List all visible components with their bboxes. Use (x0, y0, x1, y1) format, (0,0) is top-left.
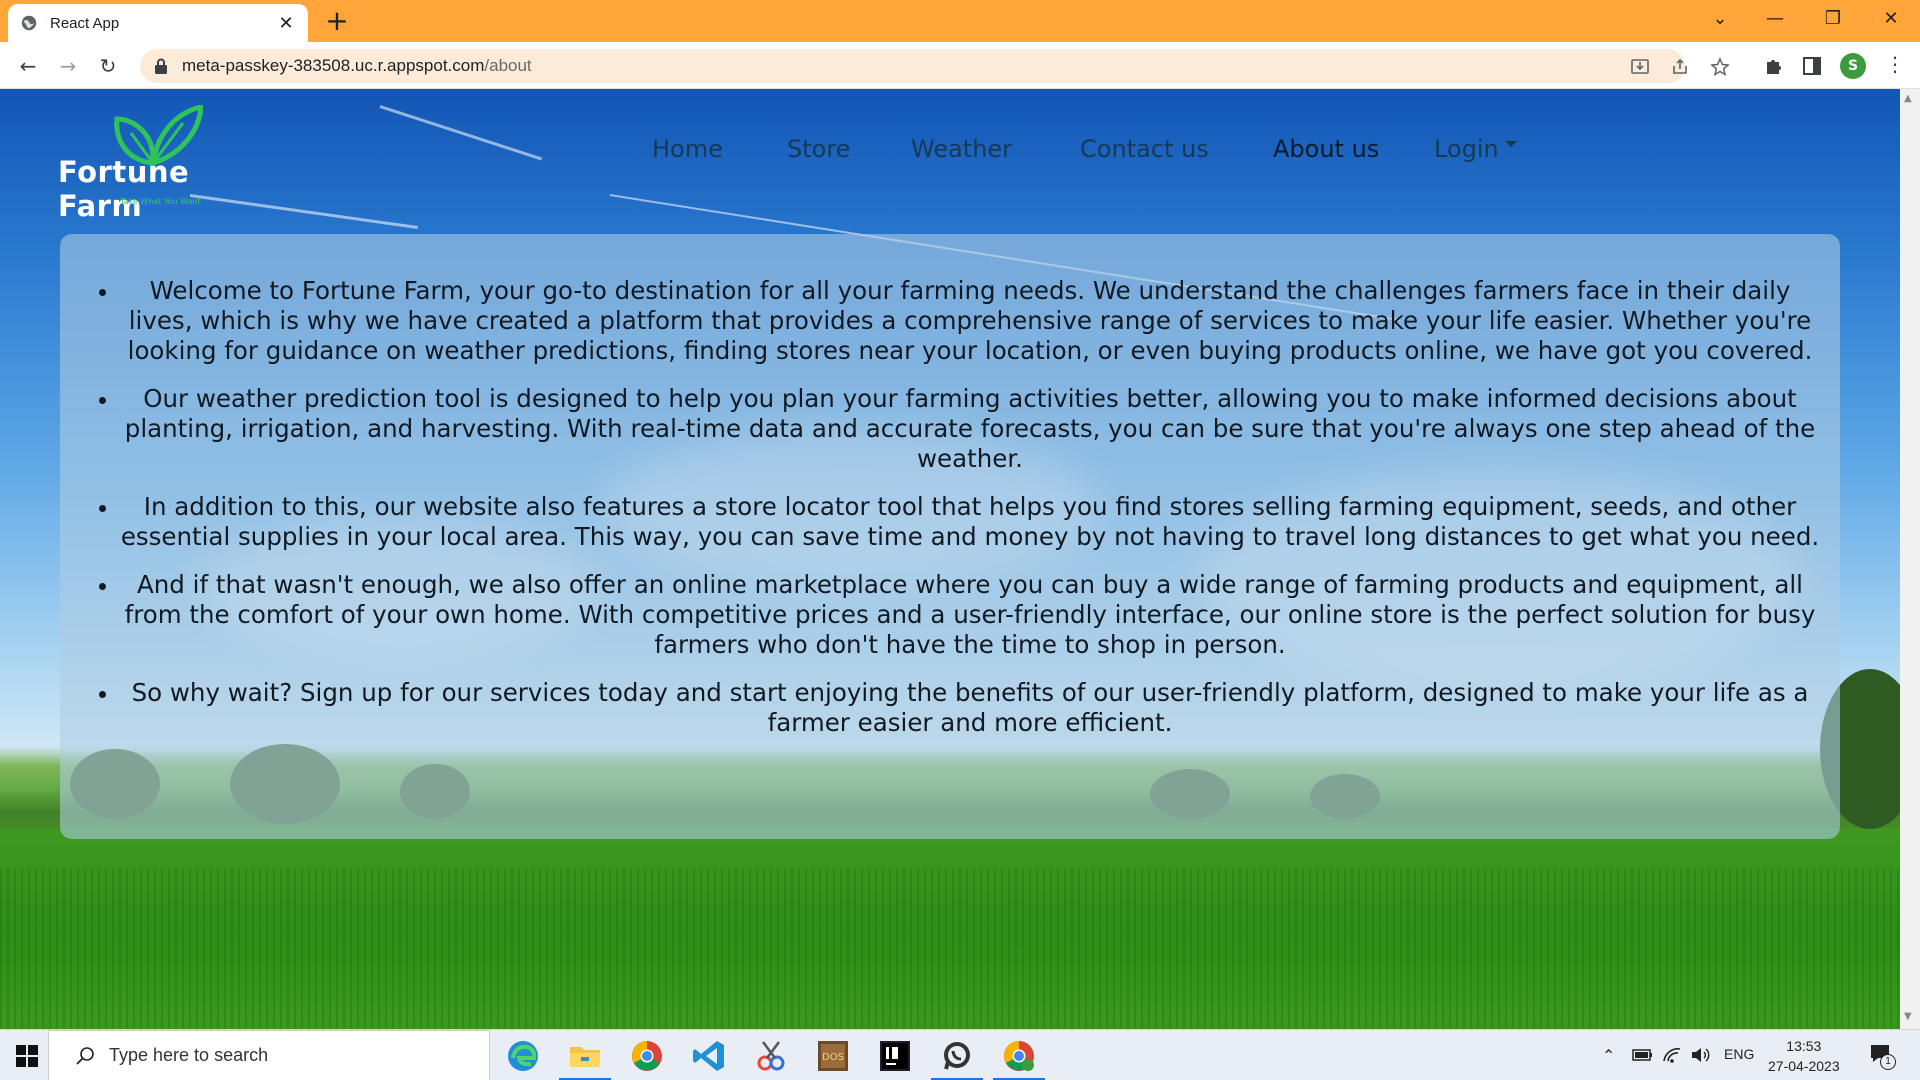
site-logo[interactable]: Fortune Farm Take What You Want (58, 105, 268, 223)
intellij-icon[interactable] (877, 1038, 913, 1074)
nav-contact[interactable]: Contact us (1080, 135, 1209, 163)
chevron-up-icon[interactable]: ⌃ (1602, 1046, 1615, 1066)
url-path: /about (484, 56, 532, 75)
nav-home[interactable]: Home (652, 135, 723, 163)
search-placeholder: Type here to search (109, 1045, 269, 1065)
close-tab-icon[interactable]: ✕ (276, 13, 296, 34)
nav-login-label: Login (1434, 135, 1499, 163)
nav-store[interactable]: Store (787, 135, 850, 163)
restore-icon[interactable]: ❐ (1818, 8, 1848, 29)
page-viewport: Fortune Farm Take What You Want Home Sto… (0, 89, 1900, 1029)
chrome-icon[interactable] (629, 1038, 665, 1074)
whatsapp-icon[interactable] (939, 1038, 975, 1074)
page-scrollbar[interactable]: ▲ ▼ (1900, 89, 1920, 1029)
about-list: Welcome to Fortune Farm, your go-to dest… (120, 276, 1820, 738)
side-panel-icon[interactable] (1800, 54, 1824, 78)
nav-weather[interactable]: Weather (911, 135, 1012, 163)
search-icon (76, 1046, 94, 1065)
chrome-profile-icon[interactable] (1001, 1038, 1037, 1074)
about-paragraph: So why wait? Sign up for our services to… (120, 678, 1820, 738)
forward-icon[interactable]: → (54, 52, 82, 80)
tab-title: React App (50, 14, 120, 32)
vscode-icon[interactable] (691, 1038, 727, 1074)
url-host: meta-passkey-383508.uc.r.appspot.com (182, 56, 485, 75)
about-paragraph: And if that wasn't enough, we also offer… (120, 570, 1820, 660)
minimize-icon[interactable]: — (1760, 8, 1790, 29)
wifi-icon[interactable] (1662, 1045, 1682, 1065)
browser-toolbar: ← → ↻ meta-passkey-383508.uc.r.appspot.c… (0, 42, 1920, 89)
dosbox-icon[interactable]: DOS (815, 1038, 851, 1074)
caret-down-icon (1504, 141, 1517, 147)
taskbar-search[interactable]: Type here to search (48, 1030, 490, 1080)
notification-count: 1 (1880, 1054, 1896, 1070)
taskbar-clock[interactable]: 13:53 27-04-2023 (1768, 1036, 1840, 1076)
bookmark-star-icon[interactable] (1710, 57, 1730, 77)
nav-about[interactable]: About us (1273, 135, 1379, 163)
snipping-tool-icon[interactable] (753, 1038, 789, 1074)
battery-icon[interactable] (1632, 1048, 1654, 1062)
scroll-down-icon[interactable]: ▼ (1904, 1011, 1912, 1022)
logo-text: Fortune Farm (58, 155, 190, 223)
notifications-button[interactable]: 1 (1868, 1042, 1896, 1070)
tab-search-icon[interactable]: ⌄ (1705, 8, 1735, 29)
lock-icon (155, 58, 167, 74)
about-paragraph: In addition to this, our website also fe… (120, 492, 1820, 552)
grass-texture (0, 869, 1900, 1029)
extensions-puzzle-icon[interactable] (1762, 54, 1786, 78)
taskbar: Type here to search DOS ⌃ ENG 13:53 27-0… (0, 1029, 1920, 1080)
scroll-up-icon[interactable]: ▲ (1904, 93, 1912, 104)
sky-streak (379, 105, 543, 161)
windows-start-icon[interactable] (16, 1045, 38, 1067)
about-card: Welcome to Fortune Farm, your go-to dest… (60, 234, 1840, 839)
logo-tagline: Take What You Want (120, 197, 201, 206)
reload-icon[interactable]: ↻ (94, 52, 122, 80)
globe-icon (21, 15, 37, 31)
back-icon[interactable]: ← (14, 52, 42, 80)
about-paragraph: Our weather prediction tool is designed … (120, 384, 1820, 474)
browser-menu-icon[interactable]: ⋮ (1885, 52, 1905, 76)
address-bar[interactable]: meta-passkey-383508.uc.r.appspot.com/abo… (140, 49, 1730, 83)
file-explorer-icon[interactable] (567, 1038, 603, 1074)
profile-avatar[interactable]: S (1840, 53, 1866, 79)
edge-icon[interactable] (505, 1038, 541, 1074)
install-app-icon[interactable] (1630, 57, 1650, 77)
close-window-icon[interactable]: ✕ (1876, 8, 1906, 29)
share-icon[interactable] (1670, 57, 1690, 77)
new-tab-button[interactable]: + (322, 7, 352, 35)
clock-date: 27-04-2023 (1768, 1058, 1840, 1074)
volume-icon[interactable] (1690, 1045, 1712, 1065)
browser-tab-strip: React App ✕ + ⌄ — ❐ ✕ (0, 0, 1920, 42)
nav-login-dropdown[interactable]: Login (1434, 135, 1517, 163)
language-indicator[interactable]: ENG (1724, 1046, 1754, 1062)
browser-tab[interactable]: React App ✕ (8, 4, 308, 42)
clock-time: 13:53 (1786, 1038, 1822, 1054)
about-paragraph: Welcome to Fortune Farm, your go-to dest… (120, 276, 1820, 366)
svg-text:DOS: DOS (822, 1052, 844, 1063)
